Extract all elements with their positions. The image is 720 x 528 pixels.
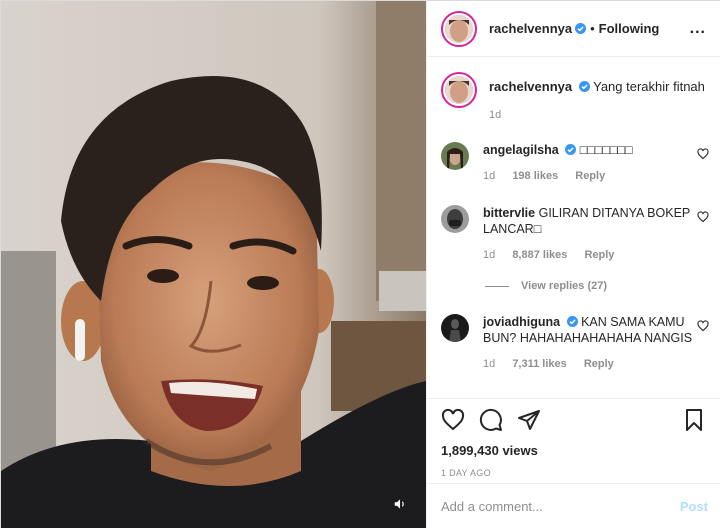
like-comment-heart-icon[interactable] (697, 320, 709, 332)
comment-text: □□□□□□□ (579, 143, 633, 157)
comment-time[interactable]: 1d (483, 249, 495, 261)
like-comment-heart-icon[interactable] (697, 148, 709, 160)
view-replies-label: View replies (27) (521, 280, 608, 292)
verified-badge-icon (578, 81, 590, 92)
like-comment-heart-icon[interactable] (697, 211, 709, 223)
post-comment-button[interactable]: Post (680, 499, 708, 514)
post-side-panel: rachelvennya • Following ... rachelvenny… (426, 1, 720, 528)
action-icons-row (441, 407, 706, 433)
comment-username[interactable]: bittervlie (483, 206, 535, 220)
view-count[interactable]: 1,899,430 views (441, 443, 706, 458)
comment-likes[interactable]: 198 likes (512, 170, 558, 182)
comment-meta: 1d 7,311 likes Reply (483, 356, 693, 372)
caption: rachelvennya Yang terakhir fitnah 1d (427, 58, 720, 124)
comment-time[interactable]: 1d (483, 170, 495, 182)
volume-toggle-button[interactable] (388, 492, 412, 516)
avatar (445, 76, 473, 104)
story-ring[interactable] (441, 10, 477, 47)
separator-dot: • (590, 21, 595, 36)
comment-avatar[interactable] (441, 314, 469, 342)
comment-input[interactable] (441, 498, 680, 514)
post-video[interactable] (1, 1, 426, 528)
caption-meta: 1d (489, 106, 705, 124)
comment-meta: 1d 198 likes Reply (483, 168, 693, 184)
reply-button[interactable]: Reply (584, 358, 614, 370)
comment-username[interactable]: angelagilsha (483, 143, 559, 157)
comment-icon[interactable] (479, 408, 503, 432)
caption-time[interactable]: 1d (489, 109, 501, 121)
bookmark-icon[interactable] (682, 408, 706, 432)
comment-body: joviadhiguna KAN SAMA KAMU BUN? HAHAHAHA… (483, 314, 693, 372)
avatar (445, 14, 473, 43)
caption-username[interactable]: rachelvennya (489, 79, 572, 94)
comment-item: joviadhiguna KAN SAMA KAMU BUN? HAHAHAHA… (441, 314, 709, 372)
video-frame-image (1, 1, 426, 528)
comment-likes[interactable]: 8,887 likes (512, 249, 567, 261)
reply-button[interactable]: Reply (584, 249, 614, 261)
comment-meta: 1d 8,887 likes Reply (483, 247, 693, 263)
comment-avatar[interactable] (441, 205, 469, 233)
verified-badge-icon (565, 144, 577, 155)
caption-avatar[interactable] (441, 72, 477, 108)
divider (485, 285, 509, 287)
add-comment-bar: Post (427, 483, 720, 528)
post-actions: 1,899,430 views 1 DAY AGO (427, 398, 720, 482)
caption-text: Yang terakhir fitnah (593, 79, 705, 94)
comment-body: angelagilsha □□□□□□□ 1d 198 likes Reply (483, 142, 693, 184)
comment-username[interactable]: joviadhiguna (483, 315, 560, 329)
instagram-post: rachelvennya • Following ... rachelvenny… (0, 0, 720, 528)
comments-section: rachelvennya Yang terakhir fitnah 1d ang… (427, 58, 720, 398)
caption-body: rachelvennya Yang terakhir fitnah 1d (489, 72, 705, 124)
verified-badge-icon (566, 316, 578, 327)
view-replies-button[interactable]: View replies (27) (485, 280, 607, 292)
share-icon[interactable] (517, 408, 541, 432)
comment-likes[interactable]: 7,311 likes (512, 358, 566, 370)
verified-badge-icon (575, 23, 587, 34)
comment-item: bittervlie GILIRAN DITANYA BOKEP LANCAR□… (441, 205, 709, 263)
volume-icon (394, 499, 404, 509)
comment-item: angelagilsha □□□□□□□ 1d 198 likes Reply (441, 142, 709, 184)
comment-time[interactable]: 1d (483, 358, 495, 370)
reply-button[interactable]: Reply (575, 170, 605, 182)
comment-body: bittervlie GILIRAN DITANYA BOKEP LANCAR□… (483, 205, 693, 263)
following-button[interactable]: Following (599, 21, 660, 36)
post-date[interactable]: 1 DAY AGO (441, 468, 706, 478)
more-options-button[interactable]: ... (690, 20, 706, 38)
header-username[interactable]: rachelvennya (489, 21, 572, 36)
post-header: rachelvennya • Following ... (427, 1, 720, 57)
comment-avatar[interactable] (441, 142, 469, 170)
heart-icon[interactable] (441, 408, 465, 432)
